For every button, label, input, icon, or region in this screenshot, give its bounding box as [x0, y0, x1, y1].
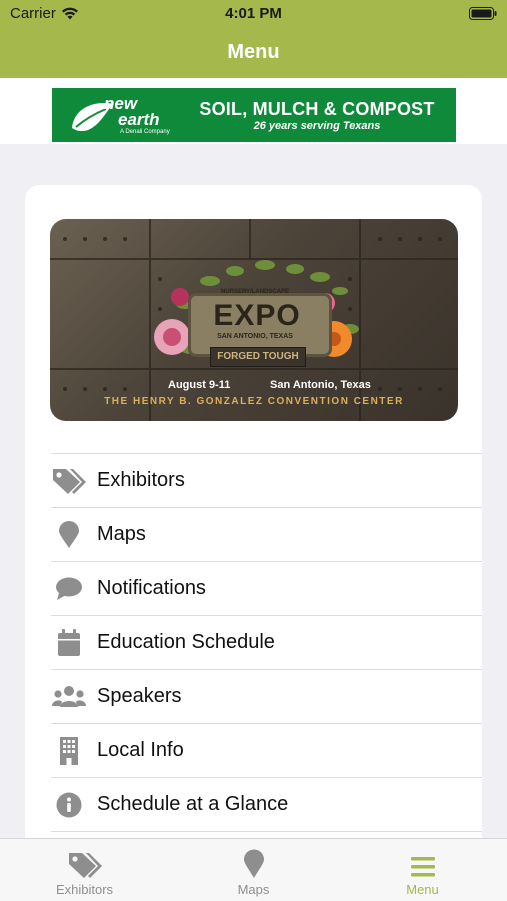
menu-item-exhibitors[interactable]: Exhibitors	[51, 453, 482, 507]
tags-icon	[68, 845, 102, 879]
menu-item-maps[interactable]: Maps	[51, 507, 482, 561]
banner-dates: August 9-11	[168, 379, 231, 391]
menu-item-label: Maps	[97, 523, 146, 545]
menu-item-label: Education Schedule	[97, 631, 275, 653]
calendar-icon	[51, 625, 87, 661]
nav-bar: Menu	[0, 28, 507, 78]
advertiser-logo: new earth A Denali Company	[68, 94, 178, 138]
chat-bubble-icon	[51, 571, 87, 607]
page-title: Menu	[227, 41, 280, 63]
tab-bar: Exhibitors Maps Menu	[0, 838, 507, 901]
tab-maps[interactable]: Maps	[169, 839, 338, 901]
tab-exhibitors[interactable]: Exhibitors	[0, 839, 169, 901]
tab-label: Exhibitors	[55, 882, 114, 897]
banner-venue: THE HENRY B. GONZALEZ CONVENTION CENTER	[104, 396, 404, 407]
ad-tagline: 26 years serving Texans	[253, 120, 381, 132]
tab-label: Maps	[237, 882, 270, 897]
map-pin-icon	[51, 517, 87, 553]
banner-city: San Antonio, Texas	[270, 379, 371, 391]
menu-item-label: Schedule at a Glance	[97, 793, 289, 815]
logo-subtext: A Denali Company	[120, 129, 170, 135]
menu-item-notifications[interactable]: Notifications	[51, 561, 482, 615]
ad-strip: new earth A Denali Company SOIL, MULCH &…	[0, 78, 507, 144]
tab-label: Menu	[406, 882, 439, 897]
banner-subtitle: FORGED TOUGH	[210, 347, 306, 367]
banner-location-small: SAN ANTONIO, TEXAS	[217, 333, 293, 340]
status-bar: Carrier 4:01 PM	[0, 0, 507, 28]
menu-item-education-schedule[interactable]: Education Schedule	[51, 615, 482, 669]
tags-icon	[51, 463, 87, 499]
menu-item-label: Local Info	[97, 739, 184, 761]
hamburger-icon	[410, 845, 436, 879]
building-icon	[51, 733, 87, 769]
menu-list: Exhibitors Maps Notifications Education …	[51, 453, 482, 840]
ad-headline: SOIL, MULCH & COMPOST	[199, 99, 435, 119]
ad-banner[interactable]: new earth A Denali Company SOIL, MULCH &…	[52, 88, 456, 142]
users-icon	[51, 679, 87, 715]
banner-pre-title: NURSERY/LANDSCAPE	[220, 289, 290, 295]
menu-item-local-info[interactable]: Local Info	[51, 723, 482, 777]
logo-text-earth: earth	[118, 110, 160, 129]
battery-icon	[469, 7, 497, 20]
info-icon	[51, 787, 87, 823]
menu-item-label: Exhibitors	[97, 469, 185, 491]
map-pin-icon	[243, 845, 265, 879]
menu-item-speakers[interactable]: Speakers	[51, 669, 482, 723]
menu-item-label: Speakers	[97, 685, 182, 707]
event-banner[interactable]: NURSERY/LANDSCAPE EXPO SAN ANTONIO, TEXA…	[50, 219, 458, 421]
menu-item-schedule-at-a-glance[interactable]: Schedule at a Glance	[51, 777, 482, 831]
banner-title: EXPO	[213, 299, 301, 332]
tab-menu[interactable]: Menu	[338, 839, 507, 901]
clock: 4:01 PM	[225, 5, 282, 22]
menu-card: NURSERY/LANDSCAPE EXPO SAN ANTONIO, TEXA…	[25, 185, 482, 885]
menu-item-label: Notifications	[97, 577, 206, 599]
